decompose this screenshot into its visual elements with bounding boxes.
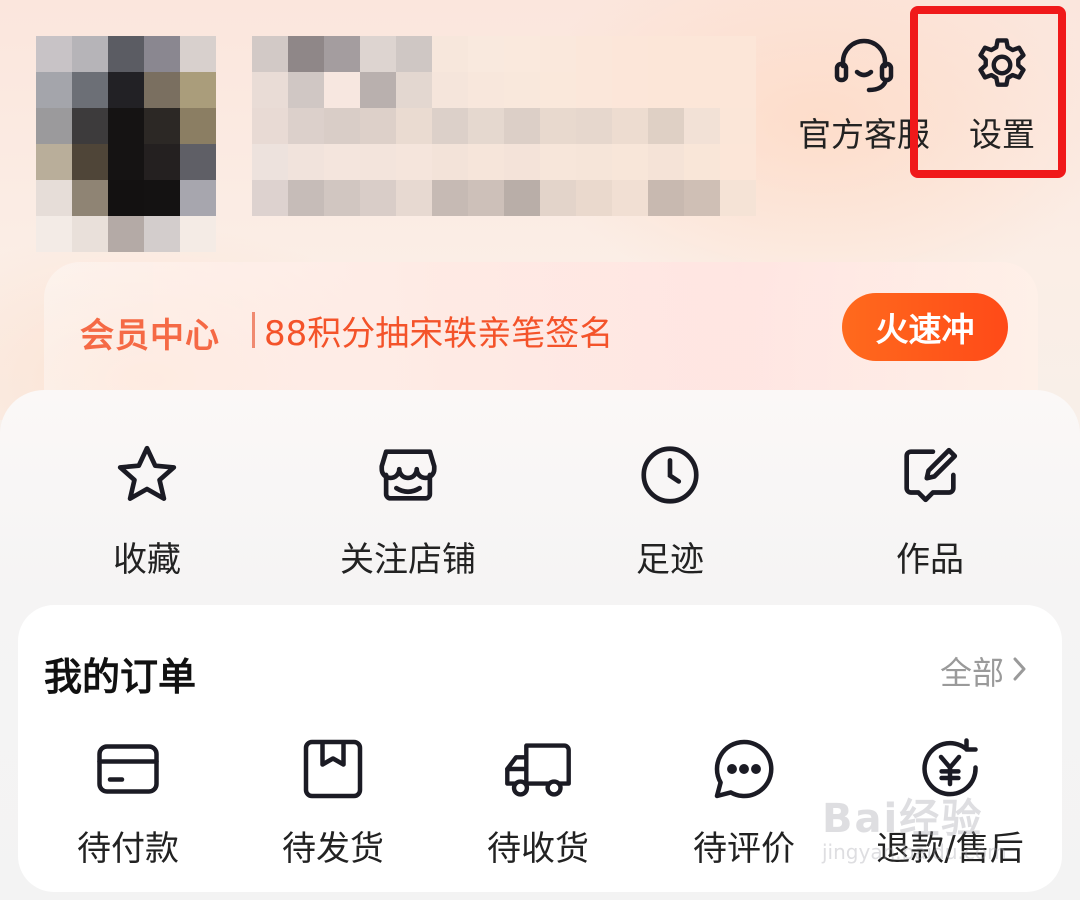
member-promo-text: 88积分抽宋轶亲笔签名: [264, 314, 614, 354]
member-center-title: 会员中心: [80, 316, 220, 356]
headset-icon: [829, 30, 899, 100]
chevron-right-icon: [1012, 652, 1028, 690]
user-avatar-pixelated[interactable]: [36, 36, 216, 252]
settings-button[interactable]: 设置: [932, 30, 1072, 160]
order-status-label: 待收货: [487, 829, 589, 869]
box-icon: [291, 730, 375, 807]
order-pending-review[interactable]: 待评价: [644, 730, 844, 870]
order-pending-payment[interactable]: 待付款: [28, 730, 228, 870]
orders-all-link[interactable]: 全部: [940, 648, 1028, 694]
customer-service-button[interactable]: 官方客服: [794, 30, 934, 160]
customer-service-label: 官方客服: [798, 115, 930, 154]
order-pending-receipt[interactable]: 待收货: [438, 730, 638, 870]
shortcut-label: 足迹: [636, 540, 704, 580]
card-icon: [86, 730, 170, 807]
refund-yen-icon: [908, 730, 992, 807]
shortcut-label: 关注店铺: [340, 540, 476, 580]
shortcut-favorites[interactable]: 收藏: [47, 440, 247, 580]
star-icon: [107, 440, 187, 510]
chat-bubble-icon: [702, 730, 786, 807]
gear-icon: [967, 30, 1037, 100]
shortcut-label: 收藏: [113, 540, 181, 580]
order-status-label: 退款/售后: [876, 829, 1024, 869]
clock-icon: [630, 440, 710, 510]
member-banner-divider: [252, 312, 255, 348]
order-status-label: 待发货: [282, 829, 384, 869]
settings-label: 设置: [969, 115, 1035, 154]
shortcut-label: 作品: [896, 540, 964, 580]
member-cta-button[interactable]: 火速冲: [842, 293, 1008, 361]
shortcut-followed-stores[interactable]: 关注店铺: [308, 440, 508, 580]
shortcut-works[interactable]: 作品: [830, 440, 1030, 580]
store-icon: [368, 440, 448, 510]
order-refund-aftersale[interactable]: 退款/售后: [850, 730, 1050, 870]
order-status-label: 待付款: [77, 829, 179, 869]
order-pending-shipment[interactable]: 待发货: [233, 730, 433, 870]
orders-all-label: 全部: [940, 654, 1005, 692]
orders-title: 我的订单: [44, 655, 197, 699]
order-status-label: 待评价: [693, 829, 795, 869]
shortcut-history[interactable]: 足迹: [570, 440, 770, 580]
edit-note-icon: [890, 440, 970, 510]
truck-icon: [496, 730, 580, 807]
username-pixelated: [252, 36, 756, 216]
